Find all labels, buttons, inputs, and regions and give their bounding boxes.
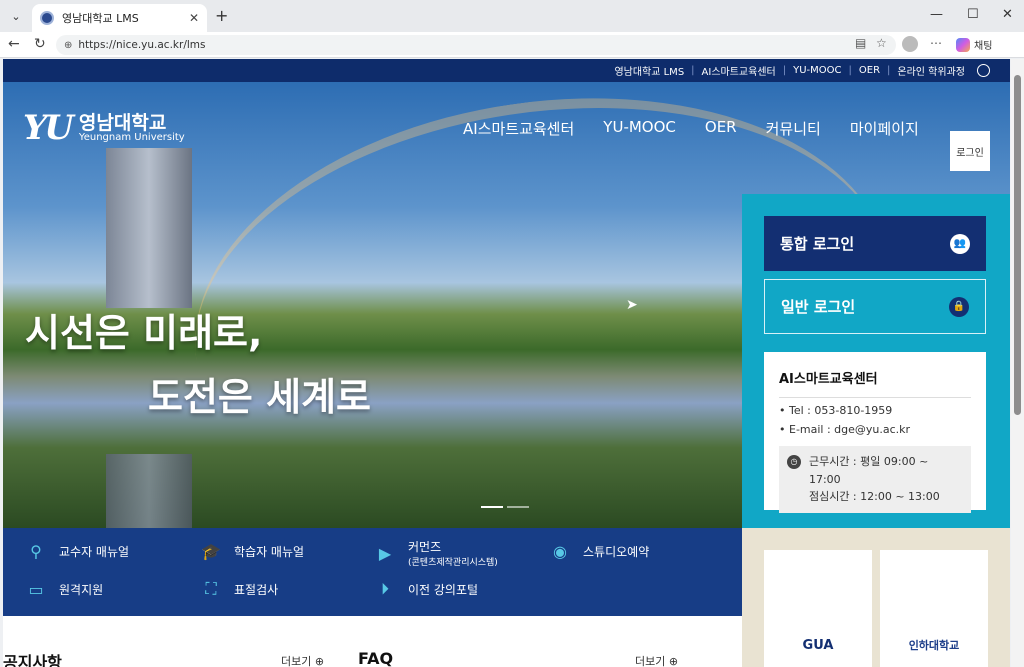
scrollbar-thumb[interactable] [1014, 75, 1021, 415]
favorite-star-icon[interactable]: ☆ [876, 36, 887, 50]
person-icon: ⚲ [30, 541, 42, 561]
reader-view-icon[interactable]: ▤ [855, 36, 866, 50]
quick-prev-portal[interactable]: ⏵ 이전 강의포털 [374, 578, 478, 600]
logo-name-kr: 영남대학교 [78, 111, 167, 134]
login-panel: 통합 로그인 👥 일반 로그인 🔒 AI스마트교육센터 Tel : 053-81… [742, 194, 1010, 528]
more-menu-icon[interactable]: ⋯ [930, 36, 942, 50]
browser-tab[interactable]: 영남대학교 LMS ✕ [32, 4, 207, 32]
partner-inha-label: 인하대학교 [908, 639, 960, 652]
slide-dot-1[interactable] [481, 506, 503, 508]
close-window-icon[interactable]: ✕ [1002, 7, 1013, 22]
partner-inha[interactable]: 인하대학교 [880, 550, 988, 667]
work-hours: 근무시간 : 평일 09:00 ~ 17:00 [808, 455, 929, 486]
util-link-lms[interactable]: 영남대학교 LMS [614, 63, 684, 78]
quick-studio-label: 스튜디오예약 [583, 544, 650, 559]
video-camera-icon: ▶ [378, 543, 392, 563]
profile-avatar[interactable] [902, 36, 918, 52]
copilot-chat-button[interactable]: 채팅 [956, 37, 992, 52]
util-link-ai-center[interactable]: AI스마트교육센터 [702, 63, 776, 78]
center-title: AI스마트교육센터 [779, 368, 971, 398]
play-box-icon: ⏵ [380, 579, 389, 598]
slide-dot-2[interactable] [507, 506, 529, 508]
nav-community[interactable]: 커뮤니티 [766, 118, 821, 139]
clock-icon: ◷ [787, 455, 801, 469]
notice-more-link[interactable]: 더보기 ⊕ [281, 653, 324, 667]
back-icon[interactable]: ← [8, 36, 20, 52]
quick-remote[interactable]: ▭ 원격지원 [25, 578, 103, 600]
nav-oer[interactable]: OER [705, 118, 737, 139]
minimize-icon[interactable]: — [930, 7, 943, 22]
office-hours: ◷ 근무시간 : 평일 09:00 ~ 17:00 점심시간 : 12:00 ~… [779, 446, 971, 513]
lunch-hours: 점심시간 : 12:00 ~ 13:00 [808, 490, 940, 504]
copilot-icon [956, 37, 970, 52]
center-email: E-mail : dge@yu.ac.kr [779, 423, 971, 436]
slogan-line2: 도전은 세계로 [148, 375, 371, 419]
faq-more-link[interactable]: 더보기 ⊕ [635, 653, 678, 667]
refresh-icon[interactable]: ↻ [34, 36, 46, 52]
partner-gua[interactable]: GUA [764, 550, 872, 667]
slide-indicator [481, 506, 529, 508]
general-login-button[interactable]: 일반 로그인 🔒 [764, 279, 986, 334]
page-scrollbar[interactable] [1011, 59, 1024, 667]
header-login-button[interactable]: 로그인 [950, 131, 990, 171]
center-info-box: AI스마트교육센터 Tel : 053-810-1959 E-mail : dg… [764, 352, 986, 513]
utility-bar: 영남대학교 LMS | AI스마트교육센터 | YU-MOOC | OER | 온라인 … [3, 59, 1010, 82]
quick-contents-sub: (콘텐츠제작관리시스템) [408, 558, 498, 568]
url-text: https://nice.yu.ac.kr/lms [78, 39, 206, 51]
quick-prev-portal-label: 이전 강의포털 [408, 582, 479, 597]
general-login-label: 일반 로그인 [781, 298, 856, 316]
site-logo[interactable]: YU 영남대학교 Yeungnam University [23, 108, 185, 148]
center-tel: Tel : 053-810-1959 [779, 404, 971, 417]
sso-login-label: 통합 로그인 [780, 235, 855, 253]
quick-menu: ⚲ 교수자 매뉴얼 🎓 학습자 매뉴얼 ▶ 커먼즈 (콘텐츠제작관리시스템) ◉… [3, 528, 742, 616]
slogan-line1: 시선은 미래로, [25, 311, 263, 355]
quick-contents-label: 커먼즈 [408, 540, 442, 554]
close-tab-icon[interactable]: ✕ [189, 11, 199, 25]
quick-studio[interactable]: ◉ 스튜디오예약 [549, 540, 649, 562]
logo-name-en: Yeungnam University [78, 131, 185, 143]
quick-plagiarism[interactable]: ⛶ 표절검사 [200, 578, 278, 600]
quick-plagiarism-label: 표절검사 [234, 582, 279, 597]
tab-list-chevron-icon[interactable]: ⌄ [6, 6, 26, 26]
quick-learner-manual[interactable]: 🎓 학습자 매뉴얼 [200, 540, 304, 562]
camera-icon: ◉ [553, 541, 567, 561]
quick-contents[interactable]: ▶ 커먼즈 (콘텐츠제작관리시스템) [374, 538, 498, 568]
tower-reflection-image [106, 454, 192, 528]
web-page: 영남대학교 LMS | AI스마트교육센터 | YU-MOOC | OER | 온라인 … [3, 59, 1010, 667]
lock-icon: 🔒 [949, 296, 969, 317]
tower-building-image [106, 148, 192, 308]
globe-icon[interactable] [977, 64, 990, 77]
notice-title: 공지사항 [3, 653, 62, 667]
nav-mypage[interactable]: 마이페이지 [850, 118, 919, 139]
quick-learner-manual-label: 학습자 매뉴얼 [234, 544, 305, 559]
main-nav: AI스마트교육센터 YU-MOOC OER 커뮤니티 마이페이지 [463, 118, 919, 139]
scan-icon: ⛶ [205, 579, 217, 598]
favicon-icon [40, 11, 54, 25]
address-bar: ← ↻ ⊕ https://nice.yu.ac.kr/lms ▤ ☆ ⋯ 채팅 [0, 32, 1024, 58]
util-link-yu-mooc[interactable]: YU-MOOC [793, 65, 841, 76]
quick-prof-manual[interactable]: ⚲ 교수자 매뉴얼 [25, 540, 129, 562]
url-input[interactable]: ⊕ https://nice.yu.ac.kr/lms [56, 35, 896, 55]
util-link-online-degree[interactable]: 온라인 학위과정 [897, 63, 965, 78]
quick-remote-label: 원격지원 [59, 582, 104, 597]
chat-label: 채팅 [974, 41, 993, 52]
nav-ai-center[interactable]: AI스마트교육센터 [463, 118, 574, 139]
browser-tabbar: ⌄ 영남대학교 LMS ✕ + — ☐ ✕ [0, 0, 1024, 32]
users-icon: 👥 [950, 233, 970, 254]
partner-area: GUA 인하대학교 [742, 528, 1010, 667]
quick-prof-manual-label: 교수자 매뉴얼 [59, 544, 130, 559]
sso-login-button[interactable]: 통합 로그인 👥 [764, 216, 986, 271]
tab-title: 영남대학교 LMS [62, 12, 139, 25]
util-link-oer[interactable]: OER [859, 65, 880, 76]
mouse-cursor-icon: ➤ [626, 297, 638, 313]
faq-title: FAQ [358, 649, 394, 667]
site-info-icon[interactable]: ⊕ [64, 40, 72, 51]
partner-gua-label: GUA [802, 638, 834, 653]
graduation-cap-icon: 🎓 [201, 541, 221, 561]
logo-mark: YU [23, 108, 74, 148]
monitor-icon: ▭ [28, 579, 44, 599]
new-tab-icon[interactable]: + [215, 6, 228, 25]
nav-yu-mooc[interactable]: YU-MOOC [603, 118, 676, 139]
maximize-icon[interactable]: ☐ [967, 7, 979, 22]
